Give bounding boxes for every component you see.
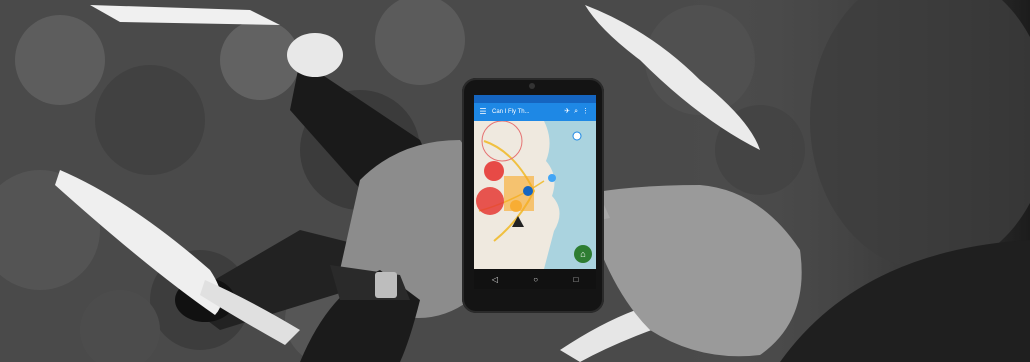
recents-icon[interactable]: □ bbox=[573, 275, 578, 284]
watch-face bbox=[375, 272, 397, 298]
photo-scene: ☰ Can I Fly Th... ✈⌕⋮ ⌂ ◁ ○ □ bbox=[0, 0, 1030, 362]
restricted-zone-large[interactable] bbox=[476, 187, 504, 215]
drone-icon[interactable]: ✈ bbox=[564, 108, 574, 115]
location-pin-icon[interactable] bbox=[523, 186, 533, 196]
toolbar-icons: ✈⌕⋮ bbox=[564, 103, 593, 121]
status-bar bbox=[474, 95, 596, 103]
restricted-zone[interactable] bbox=[484, 161, 504, 181]
back-icon[interactable]: ◁ bbox=[492, 275, 498, 284]
app-title: Can I Fly Th... bbox=[492, 109, 530, 115]
phone-screen: ☰ Can I Fly Th... ✈⌕⋮ ⌂ ◁ ○ □ bbox=[474, 95, 596, 289]
fly-status-button[interactable]: ⌂ bbox=[574, 245, 592, 263]
search-icon[interactable]: ⌕ bbox=[574, 108, 582, 115]
home-icon[interactable]: ○ bbox=[533, 275, 538, 284]
poi-marker-icon[interactable] bbox=[548, 174, 556, 182]
warning-marker[interactable] bbox=[510, 200, 522, 212]
phone-camera bbox=[529, 83, 535, 89]
drone-motor-top bbox=[287, 33, 343, 77]
layers-icon[interactable] bbox=[572, 131, 582, 141]
menu-icon[interactable]: ☰ bbox=[478, 103, 488, 121]
more-icon[interactable]: ⋮ bbox=[582, 108, 593, 115]
android-navbar: ◁ ○ □ bbox=[474, 269, 596, 289]
app-toolbar: ☰ Can I Fly Th... ✈⌕⋮ bbox=[474, 103, 596, 121]
